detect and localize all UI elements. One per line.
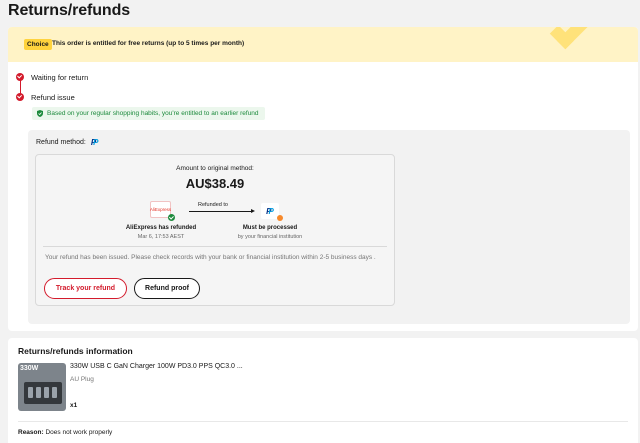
pending-dot-icon (277, 215, 283, 221)
reason-label: Reason: (18, 429, 44, 436)
free-returns-banner: Choice This order is entitled for free r… (8, 27, 638, 62)
to-step-sub: by your financial institution (237, 234, 303, 240)
to-step-title: Must be processed (242, 225, 298, 231)
free-returns-text: This order is entitled for free returns … (52, 40, 245, 47)
divider (43, 246, 387, 247)
charger-port-icon (52, 387, 57, 398)
charger-port-icon (36, 387, 41, 398)
early-refund-note: Based on your regular shopping habits, y… (32, 107, 265, 120)
refund-panel: Refund method: PP Amount to original met… (28, 130, 630, 324)
refund-method-label: Refund method: (36, 139, 86, 146)
step-done-icon (16, 73, 24, 81)
reason-value: Does not work properly (45, 429, 113, 436)
check-circle-icon (168, 214, 175, 221)
product-name[interactable]: 330W USB C GaN Charger 100W PD3.0 PPS QC… (70, 363, 243, 370)
refund-status-card: Choice This order is entitled for free r… (8, 27, 638, 331)
arrow-head-icon (251, 209, 255, 213)
product-thumbnail-text: 330W (20, 365, 39, 372)
amount-label: Amount to original method: (176, 165, 254, 172)
from-step-time: Mar 6, 17:53 AEST (137, 234, 185, 240)
from-step-title: AliExpress has refunded (125, 225, 197, 231)
timeline-step-refund: Refund issue (31, 93, 75, 102)
track-refund-button[interactable]: Track your refund (44, 278, 127, 299)
shield-icon (37, 110, 43, 117)
refund-amount: AU$38.49 (185, 176, 245, 191)
page-title: Returns/refunds (8, 2, 131, 19)
product-variant: AU Plug (70, 376, 94, 383)
timeline-step-waiting: Waiting for return (31, 73, 89, 82)
product-quantity: x1 (70, 402, 78, 409)
product-thumbnail[interactable]: 330W (18, 363, 66, 411)
paypal-icon: PP (90, 138, 99, 147)
arrow-icon (189, 211, 253, 212)
step-done-icon (16, 93, 24, 101)
checkmark-decoration-icon (549, 27, 593, 50)
charger-port-icon (44, 387, 49, 398)
refund-detail-box: Amount to original method: AU$38.49 AliE… (35, 154, 395, 306)
charger-port-icon (28, 387, 33, 398)
returns-info-card: Returns/refunds information 330W 330W US… (8, 338, 638, 443)
divider (18, 421, 628, 422)
refunded-to-label: Refunded to (198, 202, 228, 208)
refund-method: Refund method: PP (36, 138, 99, 147)
return-reason: Reason: Does not work properly (18, 429, 112, 436)
refund-proof-button[interactable]: Refund proof (134, 278, 200, 299)
returns-info-title: Returns/refunds information (18, 346, 133, 356)
refund-issued-note: Your refund has been issued. Please chec… (45, 254, 376, 261)
early-refund-text: Based on your regular shopping habits, y… (47, 110, 259, 117)
choice-badge: Choice (24, 39, 52, 50)
